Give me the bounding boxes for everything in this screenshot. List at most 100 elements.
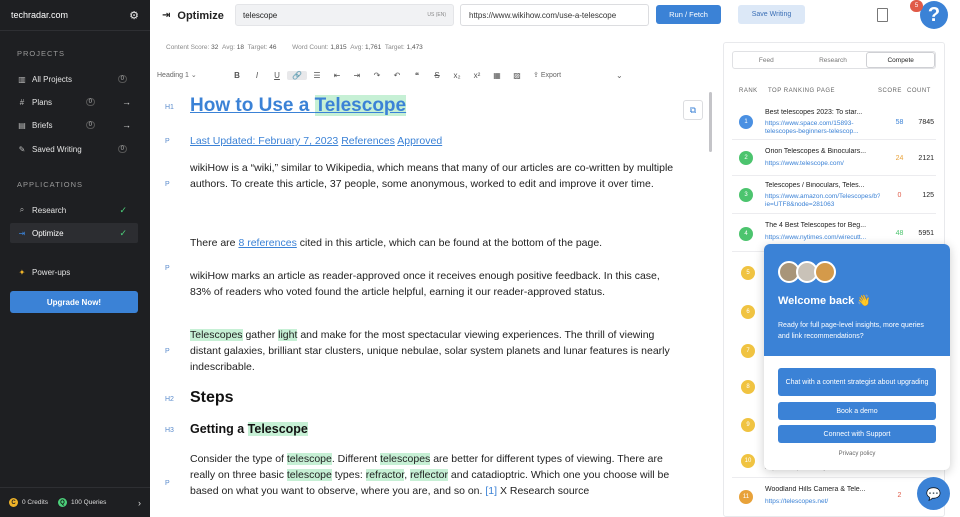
- page-title: ⇥ Optimize: [162, 9, 224, 22]
- article-title[interactable]: How to Use a Telescope: [190, 95, 680, 116]
- sparkle-icon: ✦: [18, 267, 26, 277]
- chevron-right-icon[interactable]: ›: [138, 498, 141, 508]
- gear-icon[interactable]: ⚙: [129, 9, 139, 22]
- updated-line[interactable]: Last Updated: February 7, 2023 Reference…: [190, 133, 680, 149]
- paragraph[interactable]: wikiHow marks an article as reader-appro…: [190, 268, 680, 300]
- locale-select[interactable]: US (EN): [427, 12, 446, 18]
- editor-toolbar: Heading 1 ⌄ B I U 🔗 ☰ ⇤ ⇥ ↷ ↶ ❝ S x₂ x² …: [150, 64, 715, 86]
- sidebar: techradar.com ⚙ PROJECTS ▥ All Projects 0 …: [0, 0, 150, 517]
- redo-icon[interactable]: ↷: [367, 71, 387, 80]
- indent-decrease-icon[interactable]: ⇤: [327, 71, 347, 80]
- superscript-icon[interactable]: x²: [467, 71, 487, 80]
- quote-icon[interactable]: ❝: [407, 71, 427, 80]
- welcome-text: Ready for full page-level insights, more…: [778, 322, 924, 340]
- result-title: The 4 Best Telescopes for Beg...: [765, 222, 867, 229]
- tab-compete[interactable]: Compete: [866, 52, 936, 68]
- help-icon[interactable]: ?: [920, 1, 948, 29]
- result-url[interactable]: https://www.space.com/15893-telescopes-b…: [765, 120, 880, 136]
- tag-p: P: [165, 265, 170, 272]
- undo-icon[interactable]: ↶: [387, 71, 407, 80]
- rank-badge: 9: [741, 418, 755, 432]
- result-count: 7845: [918, 119, 934, 126]
- url-input[interactable]: https://www.wikihow.com/use-a-telescope: [460, 4, 649, 26]
- tab-research[interactable]: Research: [800, 52, 867, 68]
- subscript-icon[interactable]: x₂: [447, 71, 467, 80]
- score-stats: Content Score: 32 Avg: 18 Target: 46 Wor…: [166, 44, 423, 51]
- paragraph[interactable]: wikiHow is a “wiki,” similar to Wikipedi…: [190, 160, 680, 192]
- chevron-down-icon[interactable]: ⌄: [616, 71, 623, 80]
- privacy-policy-link[interactable]: Privacy policy: [764, 451, 950, 457]
- result-score: 24: [895, 155, 904, 162]
- table-row[interactable]: 2 Orion Telescopes & Binoculars... https…: [732, 140, 936, 176]
- document-icon[interactable]: [877, 8, 888, 22]
- table-row[interactable]: 1 Best telescopes 2023: To star... https…: [732, 103, 936, 140]
- paragraph[interactable]: Consider the type of telescope. Differen…: [190, 451, 680, 499]
- export-button[interactable]: ⇪ Export: [533, 71, 561, 79]
- sidebar-item-powerups[interactable]: ✦ Power-ups: [10, 262, 138, 282]
- result-title: Woodland Hills Camera & Tele...: [765, 486, 866, 493]
- run-fetch-button[interactable]: Run / Fetch: [656, 5, 721, 24]
- result-score: 2: [897, 492, 902, 499]
- result-count: 5951: [918, 230, 934, 237]
- copy-icon[interactable]: ⧉: [683, 100, 703, 120]
- sidebar-item-research[interactable]: ⌕ Research ✓: [10, 200, 138, 220]
- result-score: 58: [895, 119, 904, 126]
- arrow-right-icon: →: [122, 97, 131, 107]
- optimize-icon: ⇥: [18, 228, 26, 238]
- sidebar-item-optimize[interactable]: ⇥ Optimize ✓: [10, 223, 138, 243]
- rank-badge: 1: [739, 115, 753, 129]
- connect-support-button[interactable]: Connect with Support: [778, 425, 936, 443]
- sidebar-item-plans[interactable]: # Plans 0 →: [10, 92, 138, 112]
- projects-section-title: PROJECTS: [17, 49, 66, 58]
- table-icon[interactable]: ▦: [487, 71, 507, 80]
- table-row[interactable]: 11 Woodland Hills Camera & Tele... https…: [732, 477, 936, 516]
- result-url[interactable]: https://www.amazon.com/Telescopes/b?ie=U…: [765, 193, 880, 209]
- arrow-right-icon: →: [122, 120, 131, 130]
- sidebar-item-all-projects[interactable]: ▥ All Projects 0: [10, 69, 138, 89]
- indent-increase-icon[interactable]: ⇥: [347, 71, 367, 80]
- result-title: Telescopes / Binoculars, Teles...: [765, 182, 865, 189]
- tag-p: P: [165, 348, 170, 355]
- notification-badge: 5: [910, 0, 923, 12]
- rank-badge: 3: [739, 188, 753, 202]
- chat-icon[interactable]: 💬: [917, 477, 950, 510]
- sidebar-header: techradar.com ⚙: [0, 0, 150, 31]
- italic-icon[interactable]: I: [247, 71, 267, 80]
- rank-badge: 10: [741, 454, 755, 468]
- hash-icon: #: [19, 97, 25, 107]
- applications-section-title: APPLICATIONS: [17, 180, 84, 189]
- link-icon[interactable]: 🔗: [287, 70, 307, 80]
- chat-strategist-button[interactable]: Chat with a content strategist about upg…: [778, 368, 936, 396]
- upgrade-button[interactable]: Upgrade Now!: [10, 291, 138, 313]
- bold-icon[interactable]: B: [227, 71, 247, 80]
- rank-badge: 4: [739, 227, 753, 241]
- tag-h3: H3: [165, 427, 174, 434]
- tag-p: P: [165, 181, 170, 188]
- list-icon[interactable]: ☰: [307, 71, 327, 80]
- col-score: SCORE: [878, 88, 902, 94]
- sidebar-item-saved-writing[interactable]: ✎ Saved Writing 0: [10, 139, 138, 159]
- col-page: TOP RANKING PAGE: [768, 88, 836, 94]
- strikethrough-icon[interactable]: S: [427, 71, 447, 80]
- result-url[interactable]: https://www.telescope.com/: [765, 160, 880, 168]
- paragraph[interactable]: There are 8 references cited in this art…: [190, 235, 680, 251]
- result-url[interactable]: https://www.nytimes.com/wirecutt...: [765, 234, 880, 242]
- project-domain[interactable]: techradar.com: [11, 10, 68, 20]
- projects-icon: ▥: [18, 74, 26, 84]
- keyword-input[interactable]: telescope US (EN): [235, 4, 454, 26]
- heading-select[interactable]: Heading 1 ⌄: [157, 71, 227, 79]
- underline-icon[interactable]: U: [267, 71, 287, 80]
- tab-feed[interactable]: Feed: [733, 52, 800, 68]
- save-writing-button[interactable]: Save Writing: [738, 5, 805, 24]
- sidebar-item-briefs[interactable]: ▤ Briefs 0 →: [10, 115, 138, 135]
- steps-heading[interactable]: Steps: [190, 390, 680, 406]
- query-icon: Q: [58, 498, 68, 507]
- table-row[interactable]: 3 Telescopes / Binoculars, Teles... http…: [732, 176, 936, 214]
- welcome-popup: Welcome back 👋 Ready for full page-level…: [764, 244, 950, 470]
- image-icon[interactable]: ▨: [507, 71, 527, 80]
- paragraph[interactable]: Telescopes gather light and make for the…: [190, 327, 680, 375]
- editor-scrollbar[interactable]: [709, 92, 712, 152]
- subheading[interactable]: Getting a Telescope: [190, 421, 680, 437]
- result-url[interactable]: https://telescopes.net/: [765, 498, 880, 506]
- book-demo-button[interactable]: Book a demo: [778, 402, 936, 420]
